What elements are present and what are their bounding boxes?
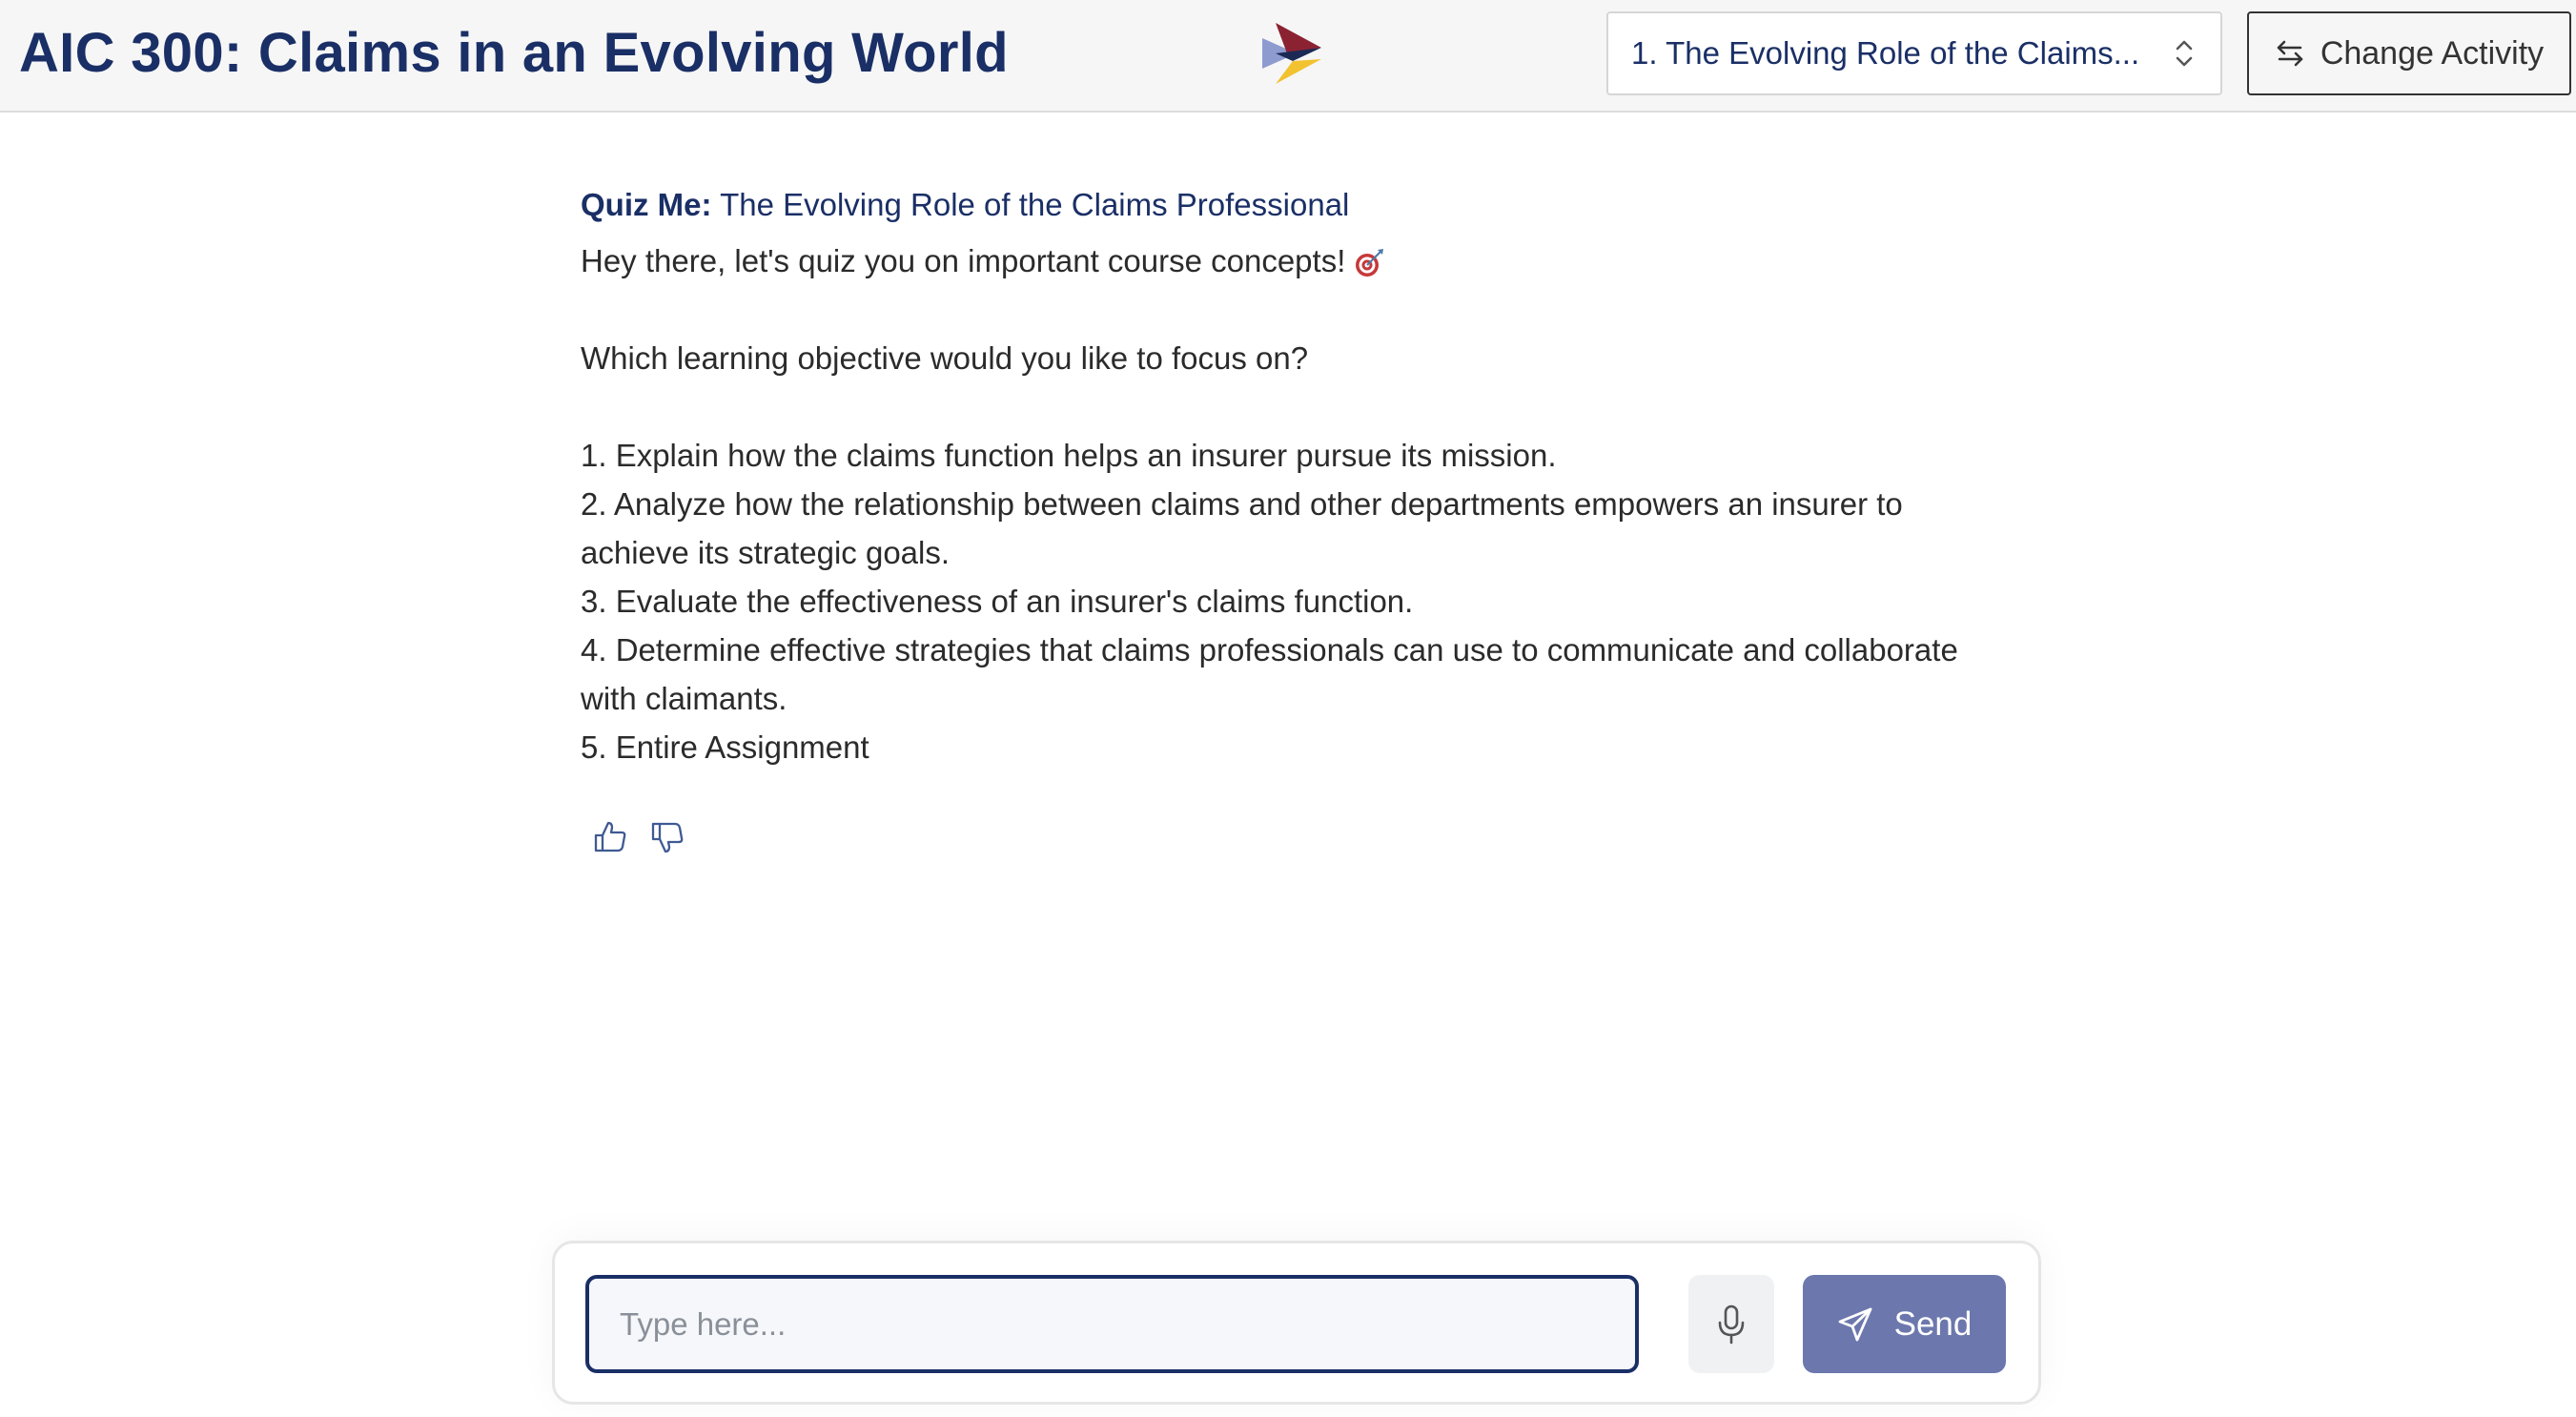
paper-plane-icon bbox=[1838, 1307, 1872, 1341]
brand-logo-icon bbox=[1262, 23, 1321, 84]
microphone-button[interactable] bbox=[1688, 1275, 1774, 1373]
change-activity-label: Change Activity bbox=[2320, 34, 2545, 72]
module-select[interactable]: 1. The Evolving Role of the Claims... bbox=[1606, 11, 2222, 95]
objective-item: 5. Entire Assignment bbox=[581, 729, 869, 765]
quiz-heading-prefix: Quiz Me: bbox=[581, 187, 712, 222]
target-icon bbox=[1356, 248, 1384, 277]
greeting: Hey there, let's quiz you on important c… bbox=[581, 236, 2011, 285]
greeting-text: Hey there, let's quiz you on important c… bbox=[581, 243, 1346, 278]
objectives-list: 1. Explain how the claims function helps… bbox=[581, 431, 2011, 771]
change-activity-button[interactable]: Change Activity bbox=[2247, 11, 2571, 95]
assistant-message: Quiz Me: The Evolving Role of the Claims… bbox=[581, 181, 2011, 855]
objective-item: 2. Analyze how the relationship between … bbox=[581, 486, 1903, 570]
quiz-heading-title: The Evolving Role of the Claims Professi… bbox=[720, 187, 1350, 222]
question-text: Which learning objective would you like … bbox=[581, 340, 1309, 376]
thumbs-down-icon[interactable] bbox=[649, 819, 685, 855]
quiz-heading: Quiz Me: The Evolving Role of the Claims… bbox=[581, 181, 2011, 229]
feedback-buttons bbox=[581, 819, 2011, 855]
send-button[interactable]: Send bbox=[1803, 1275, 2006, 1373]
composer: Send bbox=[552, 1241, 2041, 1405]
objective-item: 3. Evaluate the effectiveness of an insu… bbox=[581, 584, 1414, 619]
course-title: AIC 300: Claims in an Evolving World bbox=[19, 22, 1009, 84]
chevron-updown-icon bbox=[2176, 40, 2193, 67]
objective-item: 4. Determine effective strategies that c… bbox=[581, 632, 1958, 716]
module-select-value: 1. The Evolving Role of the Claims... bbox=[1631, 35, 2140, 71]
swap-arrows-icon bbox=[2277, 40, 2303, 67]
app-header: AIC 300: Claims in an Evolving World 1. … bbox=[0, 0, 2576, 113]
objective-item: 1. Explain how the claims function helps… bbox=[581, 438, 1557, 473]
message-input[interactable] bbox=[585, 1275, 1639, 1373]
send-label: Send bbox=[1893, 1304, 1973, 1343]
microphone-icon bbox=[1718, 1304, 1745, 1344]
thumbs-up-icon[interactable] bbox=[592, 819, 628, 855]
